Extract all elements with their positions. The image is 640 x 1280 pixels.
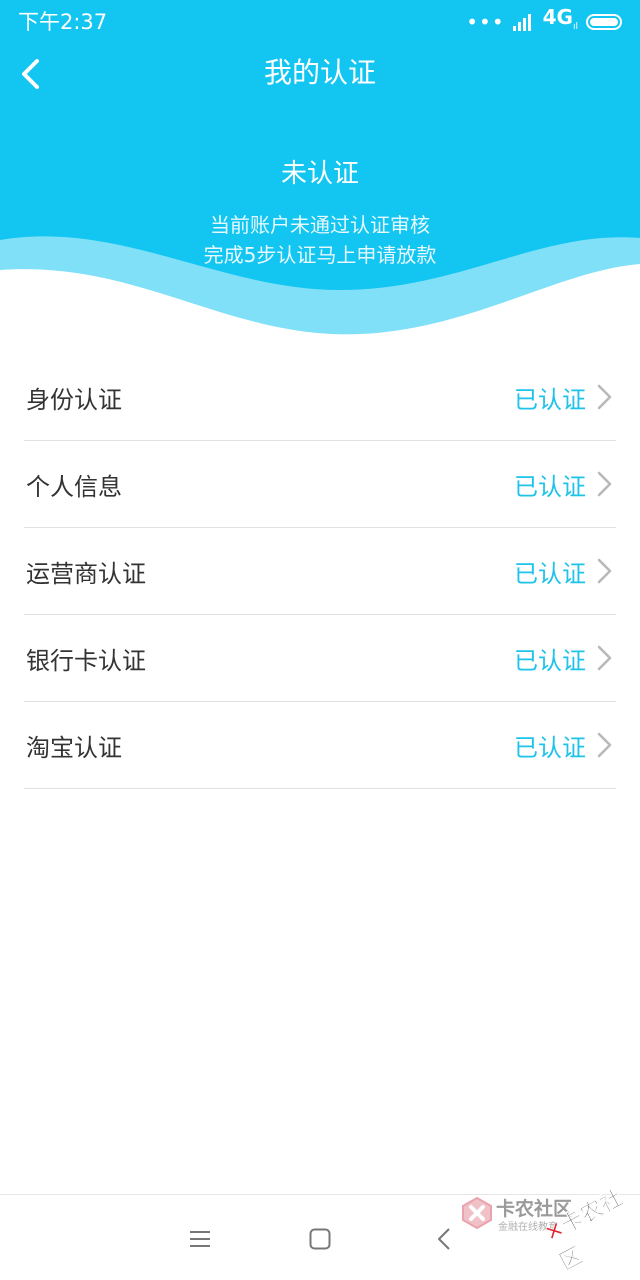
nav-home-button[interactable]: [300, 1221, 340, 1257]
screen: 下午2:37 ••• 4Gıl 我的认证 未认证 当前账户未通过认证审核 完成5…: [0, 0, 640, 1280]
status-indicators: ••• 4Gıl: [466, 5, 622, 36]
network-activity-icon: ıl: [572, 22, 578, 32]
chevron-right-icon: [597, 558, 612, 584]
certification-status: 未认证: [280, 159, 359, 189]
cert-status: 已认证: [514, 646, 586, 675]
menu-icon: [190, 1231, 210, 1247]
status-time: 下午2:37: [18, 10, 108, 34]
home-square-icon: [309, 1228, 331, 1250]
cert-row-bank-card[interactable]: 银行卡认证 已认证: [24, 615, 616, 702]
cert-label: 银行卡认证: [26, 646, 146, 675]
cert-label: 个人信息: [26, 472, 122, 501]
cert-row-identity[interactable]: 身份认证 已认证: [24, 354, 616, 441]
header-banner: 下午2:37 ••• 4Gıl 我的认证 未认证 当前账户未通过认证审核 完成5…: [0, 0, 640, 340]
status-bar: 下午2:37 ••• 4Gıl: [0, 0, 640, 44]
cert-label: 运营商认证: [26, 559, 146, 588]
chevron-right-icon: [597, 645, 612, 671]
cert-status: 已认证: [514, 559, 586, 588]
network-type: 4Gıl: [542, 5, 578, 32]
page-title: 我的认证: [263, 56, 376, 89]
battery-level: [590, 18, 618, 26]
cert-right: 已认证: [514, 554, 616, 589]
chevron-right-icon: [597, 471, 612, 497]
description-line-2: 完成5步认证马上申请放款: [203, 243, 437, 267]
battery-icon: [586, 14, 622, 30]
cert-label: 淘宝认证: [26, 733, 122, 762]
certification-description: 当前账户未通过认证审核 完成5步认证马上申请放款: [0, 210, 640, 270]
description-line-1: 当前账户未通过认证审核: [210, 213, 430, 237]
cert-label: 身份认证: [26, 385, 122, 414]
cert-right: 已认证: [514, 641, 616, 676]
chevron-right-icon: [597, 384, 612, 410]
nav-menu-button[interactable]: [180, 1221, 220, 1257]
cert-status: 已认证: [514, 385, 586, 414]
cert-right: 已认证: [514, 728, 616, 763]
nav-back-button[interactable]: [424, 1221, 464, 1257]
cert-status: 已认证: [514, 733, 586, 762]
signal-icon: [512, 14, 531, 31]
cert-row-carrier[interactable]: 运营商认证 已认证: [24, 528, 616, 615]
certification-list: 身份认证 已认证 个人信息 已认证 运营商认证 已认证 银行卡认证 已认证 淘宝…: [24, 354, 616, 789]
cert-right: 已认证: [514, 467, 616, 502]
cert-right: 已认证: [514, 380, 616, 415]
cert-status: 已认证: [514, 472, 586, 501]
cert-row-personal-info[interactable]: 个人信息 已认证: [24, 441, 616, 528]
cert-row-taobao[interactable]: 淘宝认证 已认证: [24, 702, 616, 789]
navigation-bar: [0, 1194, 640, 1280]
chevron-right-icon: [597, 732, 612, 758]
back-triangle-icon: [438, 1228, 450, 1250]
notification-dots-icon: •••: [466, 10, 505, 34]
